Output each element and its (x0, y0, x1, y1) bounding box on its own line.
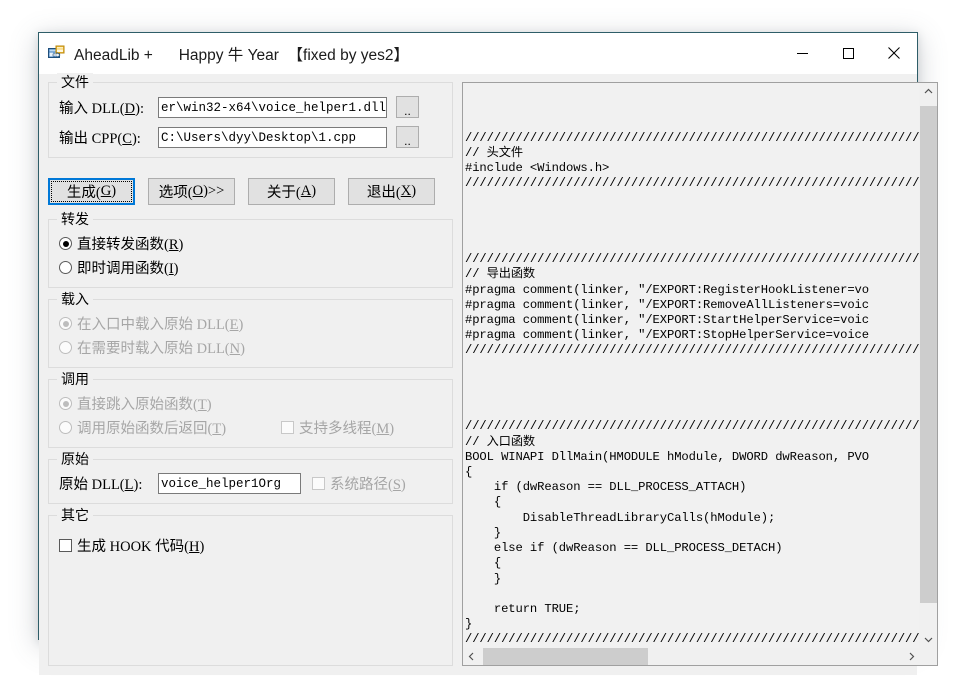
generate-button[interactable]: 生成(G) (48, 178, 135, 205)
scrollbar-corner (920, 647, 938, 665)
radio-direct-forward-indicator (59, 237, 72, 250)
radio-immediate-call-label: 即时调用函数(I) (77, 261, 179, 277)
scroll-down-icon[interactable] (920, 630, 938, 648)
radio-load-at-entry-indicator (59, 317, 72, 330)
code-vertical-scrollbar[interactable] (919, 83, 938, 648)
other-group: 其它 生成 HOOK 代码(H) (48, 506, 453, 666)
radio-call-then-return-indicator (59, 421, 72, 434)
radio-load-on-demand: 在需要时载入原始 DLL(N) (59, 337, 442, 358)
radio-direct-forward-label: 直接转发函数(R) (77, 237, 184, 253)
checkbox-generate-hook-code[interactable]: 生成 HOOK 代码(H) (59, 535, 442, 556)
code-vertical-scroll-thumb[interactable] (920, 106, 938, 603)
radio-immediate-call[interactable]: 即时调用函数(I) (59, 257, 442, 278)
file-group-title: 文件 (57, 73, 93, 91)
radio-load-at-entry: 在入口中载入原始 DLL(E) (59, 313, 442, 334)
call-group-title: 调用 (57, 370, 93, 388)
file-group: 文件 输入 DLL(D): er\win32-x64\voice_helper1… (48, 73, 453, 158)
output-cpp-browse-button[interactable]: .. (396, 126, 419, 148)
scroll-left-icon[interactable] (463, 647, 480, 665)
checkbox-system-path-label: 系统路径(S) (330, 477, 406, 493)
radio-immediate-call-indicator (59, 261, 72, 274)
original-group: 原始 原始 DLL(L): voice_helper1Org 系统路径(S) (48, 450, 453, 504)
maximize-button[interactable] (825, 33, 871, 73)
about-button[interactable]: 关于(A) (248, 178, 335, 205)
code-preview-viewer: ////////////////////////////////////////… (462, 82, 939, 666)
checkbox-support-multithread-indicator (281, 421, 295, 434)
radio-jump-to-original: 直接跳入原始函数(T) (59, 393, 442, 414)
forward-group-title: 转发 (57, 210, 93, 228)
call-row-second: 调用原始函数后返回(T) 支持多线程(M) (59, 417, 442, 438)
options-button[interactable]: 选项(O)>> (148, 178, 235, 205)
maximize-icon (842, 47, 854, 59)
output-cpp-row: 输出 CPP(C): C:\Users\dyy\Desktop\1.cpp .. (59, 126, 442, 148)
exit-button[interactable]: 退出(X) (348, 178, 435, 205)
original-dll-label: 原始 DLL(L): (59, 477, 143, 493)
input-dll-input[interactable]: er\win32-x64\voice_helper1.dll (158, 96, 387, 118)
original-dll-row: 原始 DLL(L): voice_helper1Org 系统路径(S) (59, 473, 442, 494)
minimize-button[interactable] (779, 33, 825, 73)
forward-group: 转发 直接转发函数(R) 即时调用函数(I) (48, 210, 453, 288)
minimize-icon (796, 52, 808, 54)
code-horizontal-scroll-thumb[interactable] (483, 647, 649, 665)
radio-load-on-demand-indicator (59, 341, 72, 354)
original-group-title: 原始 (57, 450, 93, 468)
checkbox-support-multithread: 支持多线程(M) (281, 417, 394, 438)
aheadlib-main-window: AheadLib + Happy 牛 Year 【fixed by yes2】 (38, 32, 939, 675)
radio-load-at-entry-label: 在入口中载入原始 DLL(E) (77, 317, 244, 333)
preview-pane: ////////////////////////////////////////… (462, 82, 939, 666)
output-cpp-input[interactable]: C:\Users\dyy\Desktop\1.cpp (158, 126, 387, 148)
radio-direct-forward[interactable]: 直接转发函数(R) (59, 233, 442, 254)
input-dll-label: 输入 DLL(D): (59, 100, 144, 117)
scroll-up-icon[interactable] (920, 83, 938, 100)
close-button[interactable] (871, 33, 917, 73)
radio-load-on-demand-label: 在需要时载入原始 DLL(N) (77, 341, 245, 357)
radio-jump-to-original-indicator (59, 397, 72, 410)
input-dll-browse-button[interactable]: .. (396, 96, 419, 118)
load-group-title: 载入 (57, 290, 93, 308)
code-preview-text[interactable]: ////////////////////////////////////////… (463, 83, 919, 648)
aheadlib-app-icon (48, 45, 65, 62)
radio-jump-to-original-label: 直接跳入原始函数(T) (77, 397, 212, 413)
window-body: 文件 输入 DLL(D): er\win32-x64\voice_helper1… (39, 73, 939, 675)
checkbox-generate-hook-code-label: 生成 HOOK 代码(H) (77, 539, 205, 555)
scroll-right-icon[interactable] (903, 647, 921, 665)
input-dll-row: 输入 DLL(D): er\win32-x64\voice_helper1.dl… (59, 96, 442, 118)
call-group: 调用 直接跳入原始函数(T) 调用原始函数后返回(T) 支持多线程(M) (48, 370, 453, 448)
title-bar[interactable]: AheadLib + Happy 牛 Year 【fixed by yes2】 (39, 33, 917, 74)
window-controls (779, 33, 917, 73)
original-dll-input[interactable]: voice_helper1Org (158, 473, 301, 494)
code-horizontal-scrollbar[interactable] (463, 647, 938, 665)
checkbox-support-multithread-label: 支持多线程(M) (299, 421, 395, 437)
checkbox-generate-hook-code-indicator (59, 539, 72, 552)
other-group-title: 其它 (57, 506, 93, 524)
close-icon (888, 47, 900, 59)
settings-pane: 文件 输入 DLL(D): er\win32-x64\voice_helper1… (48, 73, 453, 666)
checkbox-system-path-indicator (312, 477, 325, 490)
radio-call-then-return-label: 调用原始函数后返回(T) (77, 421, 227, 437)
output-cpp-label: 输出 CPP(C): (59, 130, 141, 147)
code-vertical-scroll-track[interactable] (920, 100, 938, 631)
window-title: AheadLib + Happy 牛 Year 【fixed by yes2】 (74, 46, 410, 64)
checkbox-system-path: 系统路径(S) (312, 473, 406, 494)
code-horizontal-scroll-track[interactable] (480, 647, 904, 665)
load-group: 载入 在入口中载入原始 DLL(E) 在需要时载入原始 DLL(N) (48, 290, 453, 368)
code-preview-upper: ////////////////////////////////////////… (463, 83, 938, 648)
action-button-bar: 生成(G) 选项(O)>> 关于(A) 退出(X) (48, 178, 453, 205)
